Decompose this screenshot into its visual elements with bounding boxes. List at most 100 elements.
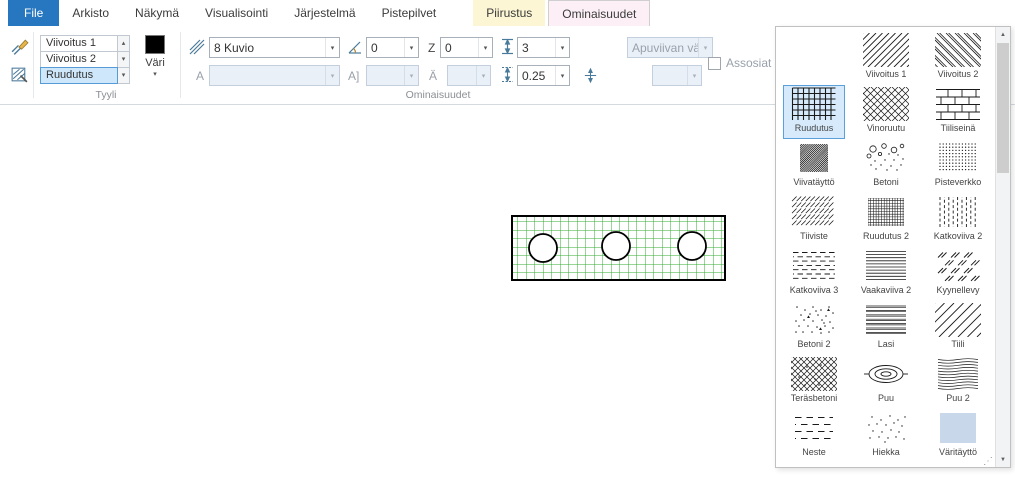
pattern-cell-puu[interactable]: Puu	[855, 355, 917, 409]
pattern-cell-lasi[interactable]: Lasi	[855, 301, 917, 355]
pattern-cell-vaakaviiva2[interactable]: Vaakaviiva 2	[855, 247, 917, 301]
tab-n-kym[interactable]: Näkymä	[122, 0, 192, 26]
style-gallery-item-viivoitus-2[interactable]: Viivoitus 2	[40, 51, 118, 68]
tab-j-rjestelm[interactable]: Järjestelmä	[281, 0, 368, 26]
hatch-spacing-field[interactable]: 3▾	[517, 37, 570, 58]
pattern-swatch-hiekka[interactable]	[863, 411, 909, 445]
pattern-swatch-pisteverkko[interactable]	[935, 141, 981, 175]
pattern-cell-terasbetoni[interactable]: Teräsbetoni	[783, 355, 845, 409]
style-gallery: Viivoitus 1Viivoitus 2Ruudutus	[40, 35, 118, 83]
pattern-cell-tiiviste[interactable]: Tiiviste	[783, 193, 845, 247]
pattern-cell-puu2[interactable]: Puu 2	[927, 355, 989, 409]
hatch-angle-value: 0	[367, 41, 404, 55]
pattern-select[interactable]: 8 Kuvio▾	[209, 37, 340, 58]
pattern-swatch-katkoviiva2[interactable]	[935, 195, 981, 229]
z-level-label: Z	[428, 41, 435, 55]
pattern-cell-viivoitus1[interactable]: Viivoitus 1	[855, 31, 917, 85]
chevron-down-icon[interactable]: ▾	[555, 66, 569, 85]
chevron-down-icon[interactable]: ▾	[404, 38, 418, 57]
tab-ominaisuudet[interactable]: Ominaisuudet	[548, 0, 650, 26]
pattern-swatch-betoni2[interactable]	[791, 303, 837, 337]
pattern-cell-pisteverkko[interactable]: Pisteverkko	[927, 139, 989, 193]
tab-file[interactable]: File	[8, 0, 59, 26]
pattern-cell-viivataytto[interactable]: Viivatäyttö	[783, 139, 845, 193]
gallery-scroll-down-button[interactable]: ▾	[117, 51, 130, 68]
pattern-swatch-neste[interactable]	[791, 411, 837, 445]
pattern-cell-ruudutus[interactable]: Ruudutus	[783, 85, 845, 139]
panel-resize-grip[interactable]: ⋰	[983, 457, 993, 467]
ribbon-tab-bar: FileArkistoNäkymäVisualisointiJärjestelm…	[0, 0, 1015, 26]
pattern-swatch-lasi[interactable]	[863, 303, 909, 337]
tyyli-group-label: Tyyli	[36, 89, 176, 101]
tab-visualisointi[interactable]: Visualisointi	[192, 0, 281, 26]
pattern-cell-viivoitus2[interactable]: Viivoitus 2	[927, 31, 989, 85]
pattern-cell-betoni[interactable]: Betoni	[855, 139, 917, 193]
pattern-label: Puu	[878, 393, 894, 403]
pattern-cell-kyynellevy[interactable]: Kyynellevy	[927, 247, 989, 301]
hatch-spacing-icon	[500, 38, 515, 55]
hatched-plate-drawing[interactable]	[509, 213, 728, 283]
pattern-cell-katkoviiva2[interactable]: Katkoviiva 2	[927, 193, 989, 247]
checkbox-box[interactable]	[708, 57, 721, 70]
pattern-swatch-betoni[interactable]	[863, 141, 909, 175]
style-gallery-item-viivoitus-1[interactable]: Viivoitus 1	[40, 35, 118, 52]
pattern-cell-betoni2[interactable]: Betoni 2	[783, 301, 845, 355]
pattern-swatch-vaakaviiva2[interactable]	[863, 249, 909, 283]
chevron-down-icon[interactable]: ▾	[555, 38, 569, 57]
color-picker-button[interactable]: Väri ▾	[138, 35, 172, 78]
z-level-value: 0	[441, 41, 478, 55]
pattern-swatch-ruudutus2[interactable]	[863, 195, 909, 229]
chevron-down-icon[interactable]: ▾	[478, 38, 492, 57]
z-level-field[interactable]: 0▾	[440, 37, 493, 58]
gallery-expand-button[interactable]: ▾	[117, 67, 130, 84]
pattern-cell-tiili[interactable]: Tiili	[927, 301, 989, 355]
scroll-down-button[interactable]: ▼	[996, 452, 1010, 467]
pattern-label: Vaakaviiva 2	[861, 285, 911, 295]
pattern-cell-varitaytto[interactable]: Väritäyttö	[927, 409, 989, 463]
scroll-thumb[interactable]	[997, 43, 1009, 173]
pattern-label: Katkoviiva 2	[934, 231, 983, 241]
pattern-cell-ruudutus2[interactable]: Ruudutus 2	[855, 193, 917, 247]
pattern-swatch-varitaytto[interactable]	[935, 411, 981, 445]
gallery-scroll-up-button[interactable]: ▴	[117, 35, 130, 52]
line-width-field[interactable]: 0.25▾	[517, 65, 570, 86]
pattern-swatch-viivoitus2[interactable]	[935, 33, 981, 67]
aux-line-color-label: Apuviivan väri	[628, 41, 698, 55]
spacing-align-button[interactable]	[580, 65, 601, 86]
pattern-label: Viivoitus 1	[866, 69, 907, 79]
tab-piirustus[interactable]: Piirustus	[473, 0, 545, 26]
pattern-cell-neste[interactable]: Neste	[783, 409, 845, 463]
tab-pistepilvet[interactable]: Pistepilvet	[369, 0, 450, 26]
scroll-up-button[interactable]: ▲	[996, 27, 1010, 42]
pattern-swatch-none[interactable]	[791, 33, 837, 67]
pattern-cell-vinoruutu[interactable]: Vinoruutu	[855, 85, 917, 139]
pattern-cell-tiiliseina[interactable]: Tiiliseinä	[927, 85, 989, 139]
color-button-label: Väri	[145, 57, 165, 69]
pattern-cell-katkoviiva3[interactable]: Katkoviiva 3	[783, 247, 845, 301]
pattern-swatch-viivataytto[interactable]	[791, 141, 837, 175]
pattern-swatch-tiiviste[interactable]	[791, 195, 837, 229]
pattern-swatch-vinoruutu[interactable]	[863, 87, 909, 121]
aux-line-color-select: Apuviivan väri▾	[627, 37, 713, 58]
pattern-swatch-tiili[interactable]	[935, 303, 981, 337]
tab-arkisto[interactable]: Arkisto	[59, 0, 122, 26]
pattern-swatch-viivoitus1[interactable]	[863, 33, 909, 67]
align-spacing-icon	[584, 67, 597, 84]
create-hatch-tool-button[interactable]	[7, 34, 31, 58]
pattern-swatch-katkoviiva3[interactable]	[791, 249, 837, 283]
pattern-swatch-puu2[interactable]	[935, 357, 981, 391]
pattern-swatch-terasbetoni[interactable]	[791, 357, 837, 391]
pattern-swatch-ruudutus[interactable]	[791, 87, 837, 121]
panel-scrollbar[interactable]: ▲ ▼	[995, 27, 1010, 467]
edit-hatch-tool-button[interactable]	[7, 62, 31, 86]
text-a2-label: A]	[348, 69, 359, 83]
pattern-cell-hiekka[interactable]: Hiekka	[855, 409, 917, 463]
chevron-down-icon[interactable]: ▾	[325, 38, 339, 57]
associative-checkbox[interactable]: Assosiat	[708, 56, 778, 70]
pattern-swatch-kyynellevy[interactable]	[935, 249, 981, 283]
style-gallery-item-ruudutus[interactable]: Ruudutus	[40, 67, 118, 84]
pattern-label: Ruudutus 2	[863, 231, 909, 241]
pattern-swatch-tiiliseina[interactable]	[935, 87, 981, 121]
pattern-swatch-puu[interactable]	[863, 357, 909, 391]
hatch-angle-field[interactable]: 0▾	[366, 37, 419, 58]
